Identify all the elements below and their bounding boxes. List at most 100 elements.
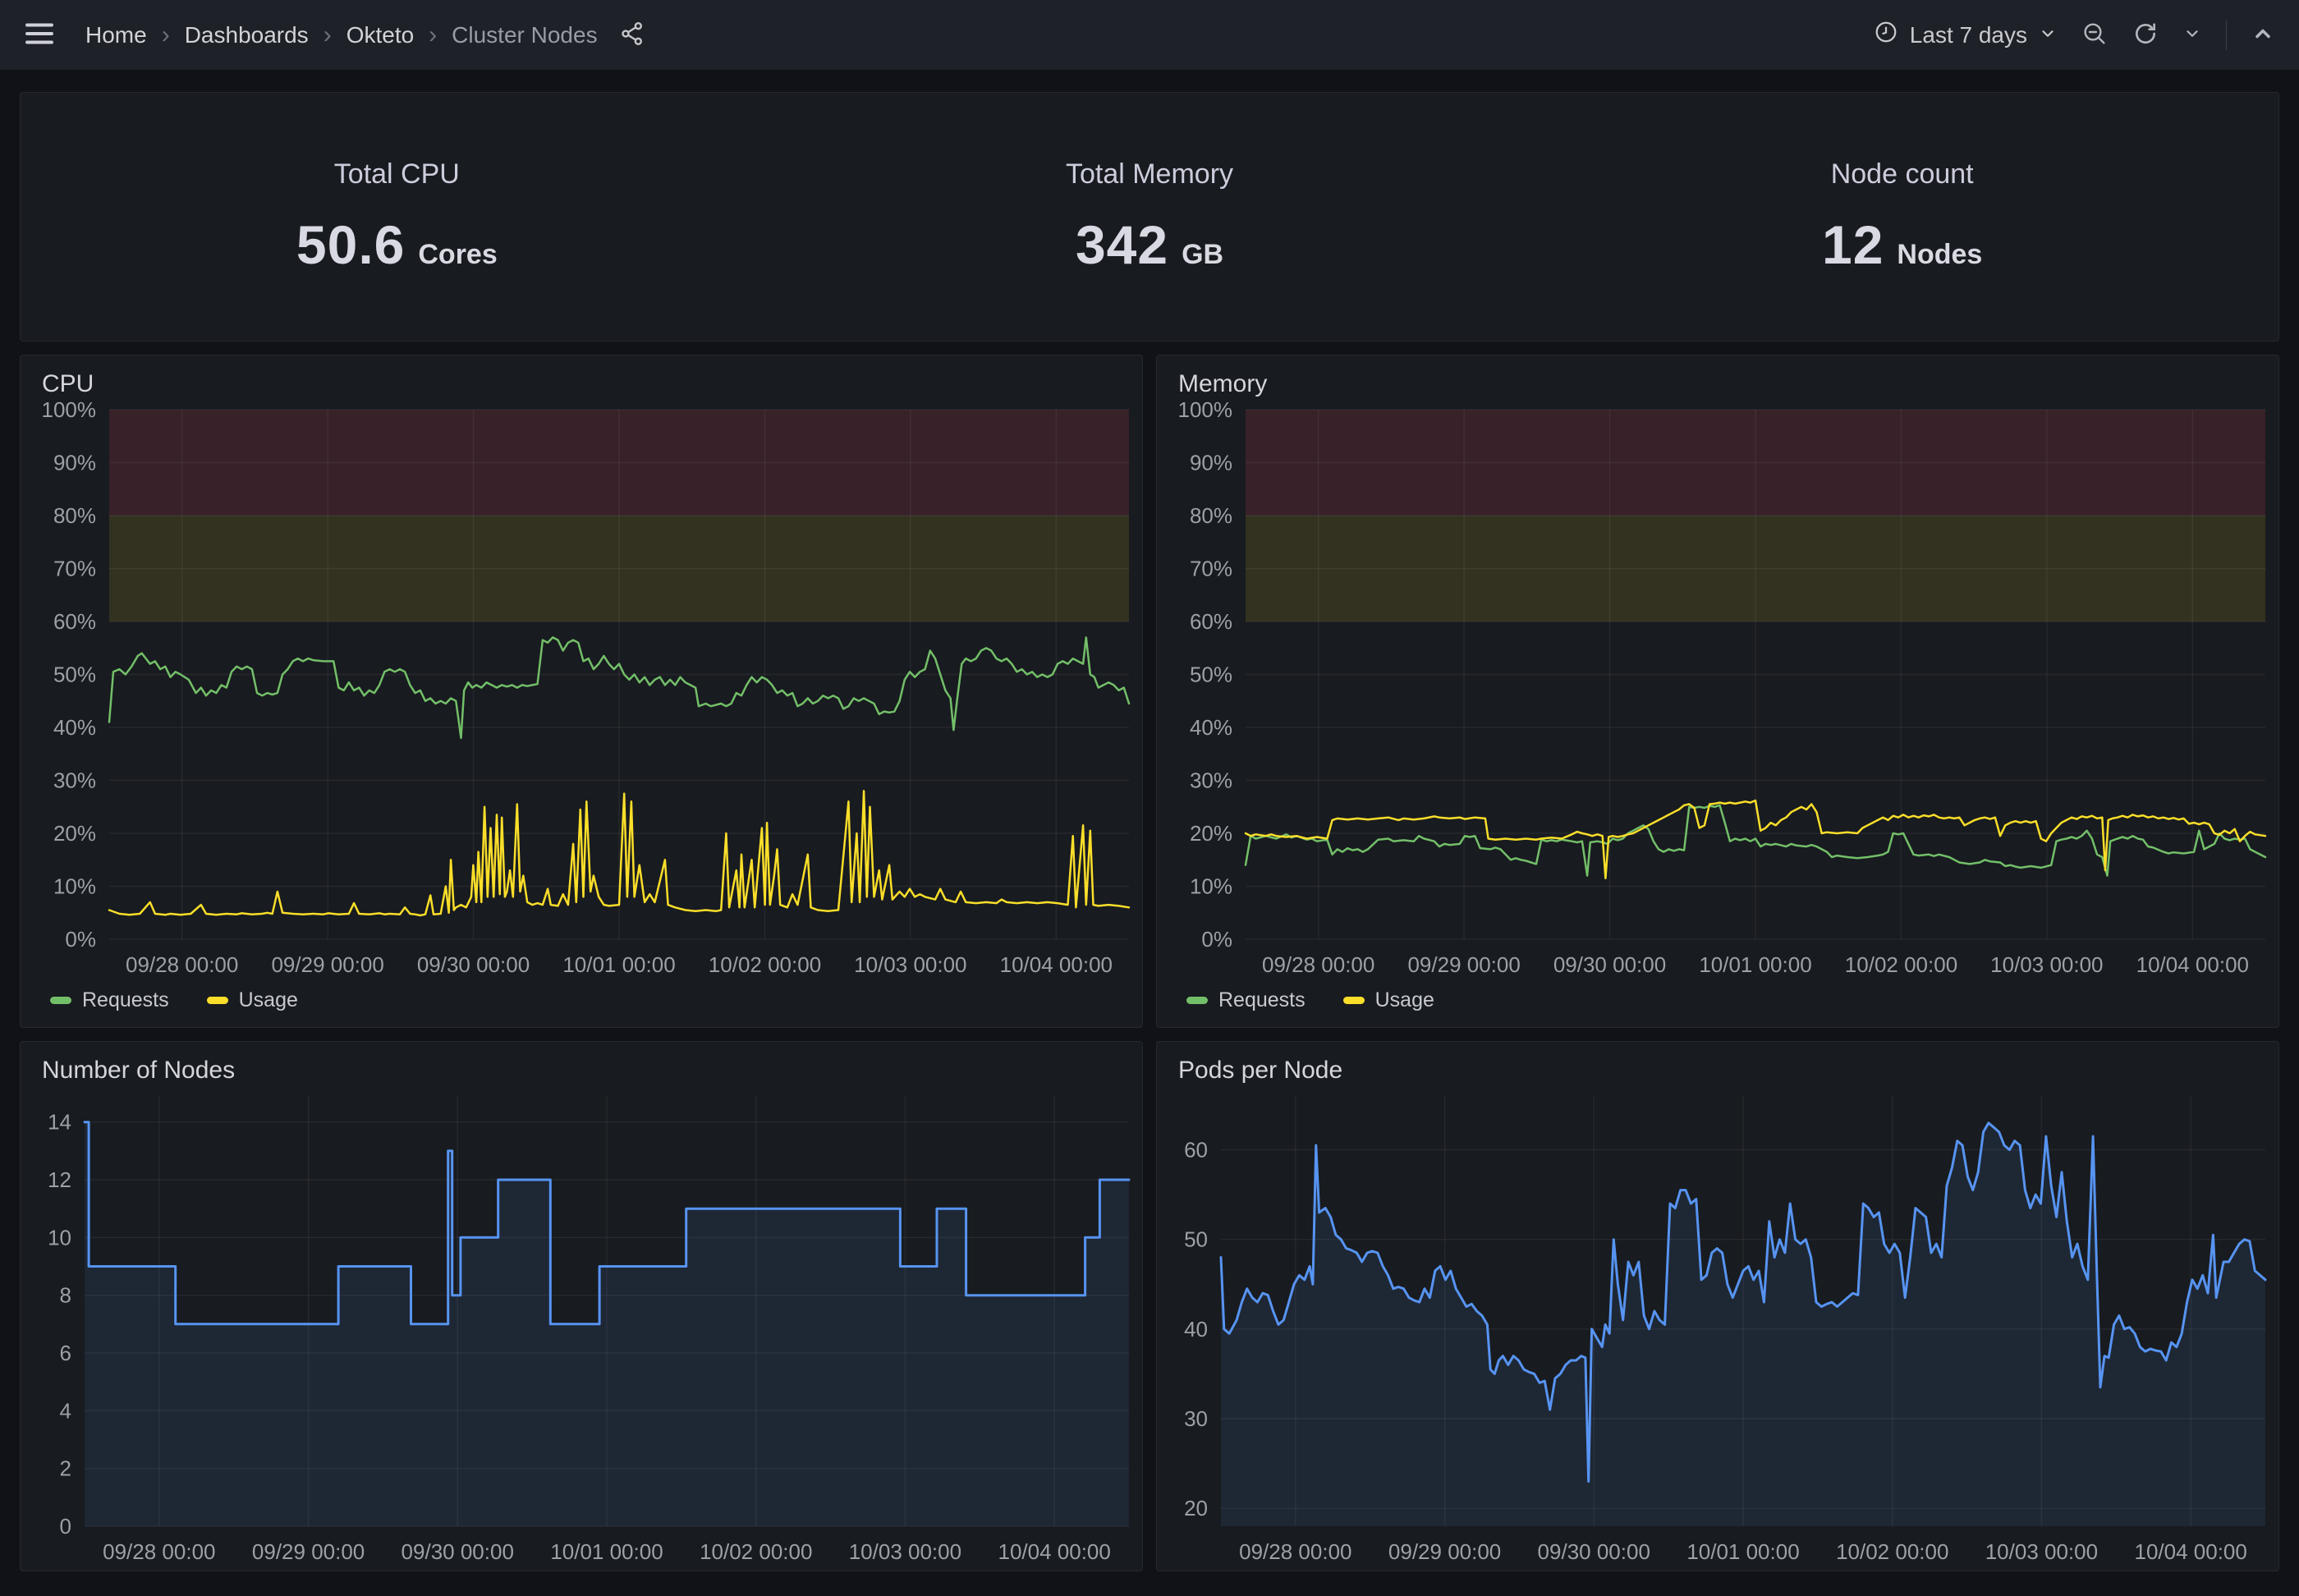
time-range-picker[interactable]: Last 7 days [1874,20,2057,50]
cpu-chart[interactable]: 0%10%20%30%40%50%60%70%80%90%100%09/28 0… [21,401,1142,984]
svg-text:09/30 00:00: 09/30 00:00 [402,1539,514,1564]
time-range-label: Last 7 days [1910,22,2027,48]
number-of-nodes-chart[interactable]: 0246810121409/28 00:0009/29 00:0009/30 0… [21,1088,1142,1571]
svg-text:10: 10 [48,1225,71,1250]
svg-text:4: 4 [60,1398,71,1423]
svg-text:80%: 80% [53,503,96,528]
svg-text:2: 2 [60,1456,71,1481]
stat-value: 50.6 [296,213,405,276]
breadcrumb: Home › Dashboards › Okteto › Cluster Nod… [85,21,598,49]
svg-text:20%: 20% [1190,821,1232,846]
svg-text:10/02 00:00: 10/02 00:00 [700,1539,812,1564]
number-of-nodes-panel: Number of Nodes 0246810121409/28 00:0009… [20,1041,1143,1571]
panel-title-number-of-nodes[interactable]: Number of Nodes [21,1042,1142,1088]
memory-legend: Requests Usage [1157,984,2278,1027]
chevron-down-icon [2039,22,2057,48]
legend-label: Usage [239,988,298,1012]
legend-swatch [50,997,71,1004]
breadcrumb-separator: › [324,21,332,49]
svg-text:40%: 40% [1190,715,1232,740]
menu-toggle-button[interactable] [25,21,54,48]
svg-text:0%: 0% [1201,927,1232,952]
svg-text:60%: 60% [1190,609,1232,634]
stat-node-count: Node count 12 Nodes [1526,158,2278,276]
refresh-interval-dropdown[interactable] [2183,25,2201,45]
stat-unit: Nodes [1897,239,1982,271]
svg-text:6: 6 [60,1341,71,1365]
share-dashboard-button[interactable] [619,21,645,49]
svg-text:70%: 70% [1190,557,1232,581]
svg-text:20: 20 [1184,1496,1208,1520]
svg-text:09/28 00:00: 09/28 00:00 [103,1539,215,1564]
svg-text:70%: 70% [53,557,96,581]
svg-text:10/04 00:00: 10/04 00:00 [2136,952,2249,977]
legend-item-requests[interactable]: Requests [50,988,169,1012]
svg-text:100%: 100% [1178,401,1233,422]
stat-unit: GB [1182,239,1223,271]
chevron-down-icon [2183,25,2201,45]
svg-text:40%: 40% [53,715,96,740]
stat-value: 12 [1822,213,1884,276]
svg-text:30%: 30% [1190,768,1232,793]
svg-text:10/01 00:00: 10/01 00:00 [550,1539,663,1564]
svg-text:10/03 00:00: 10/03 00:00 [854,952,966,977]
pods-per-node-panel: Pods per Node 203040506009/28 00:0009/29… [1156,1041,2279,1571]
svg-text:09/28 00:00: 09/28 00:00 [126,952,238,977]
svg-text:100%: 100% [42,401,97,422]
svg-text:20%: 20% [53,821,96,846]
svg-text:10/01 00:00: 10/01 00:00 [1699,952,1811,977]
svg-text:10/03 00:00: 10/03 00:00 [1985,1539,2098,1564]
breadcrumb-separator: › [429,21,437,49]
breadcrumb-dashboards[interactable]: Dashboards [185,22,309,48]
dashboard-canvas: Total CPU 50.6 Cores Total Memory 342 GB… [0,71,2299,1571]
legend-swatch [1186,997,1208,1004]
panel-title-memory[interactable]: Memory [1157,355,2278,401]
svg-text:0: 0 [60,1514,71,1539]
svg-text:10/04 00:00: 10/04 00:00 [998,1539,1110,1564]
caret-up-icon [2251,22,2274,48]
svg-text:09/30 00:00: 09/30 00:00 [1553,952,1666,977]
breadcrumb-separator: › [162,21,170,49]
svg-text:10/03 00:00: 10/03 00:00 [1990,952,2103,977]
legend-label: Requests [1218,988,1306,1012]
svg-text:09/29 00:00: 09/29 00:00 [1388,1539,1501,1564]
svg-text:80%: 80% [1190,503,1232,528]
legend-item-usage[interactable]: Usage [207,988,298,1012]
stat-title: Total CPU [21,158,773,190]
zoom-out-time-button[interactable] [2081,21,2108,49]
svg-text:09/30 00:00: 09/30 00:00 [1538,1539,1650,1564]
cluster-stats-panel: Total CPU 50.6 Cores Total Memory 342 GB… [20,92,2279,342]
legend-item-requests[interactable]: Requests [1186,988,1306,1012]
panel-title-cpu[interactable]: CPU [21,355,1142,401]
svg-text:14: 14 [48,1110,71,1135]
cpu-panel: CPU 0%10%20%30%40%50%60%70%80%90%100%09/… [20,355,1143,1028]
legend-item-usage[interactable]: Usage [1343,988,1434,1012]
svg-text:40: 40 [1184,1317,1208,1341]
breadcrumb-home[interactable]: Home [85,22,147,48]
collapse-toolbar-button[interactable] [2251,22,2274,48]
memory-panel: Memory 0%10%20%30%40%50%60%70%80%90%100%… [1156,355,2279,1028]
svg-text:60%: 60% [53,609,96,634]
svg-text:09/28 00:00: 09/28 00:00 [1262,952,1374,977]
pods-per-node-chart[interactable]: 203040506009/28 00:0009/29 00:0009/30 00… [1157,1088,2278,1571]
svg-text:10/02 00:00: 10/02 00:00 [1845,952,1957,977]
clock-icon [1874,20,1898,50]
svg-text:10/04 00:00: 10/04 00:00 [1000,952,1113,977]
top-nav: Home › Dashboards › Okteto › Cluster Nod… [0,0,2299,71]
svg-text:30: 30 [1184,1406,1208,1431]
svg-text:10%: 10% [1190,874,1232,899]
refresh-dashboard-button[interactable] [2132,21,2159,49]
svg-text:10/01 00:00: 10/01 00:00 [562,952,675,977]
svg-text:09/28 00:00: 09/28 00:00 [1239,1539,1351,1564]
svg-text:50%: 50% [53,663,96,687]
memory-chart[interactable]: 0%10%20%30%40%50%60%70%80%90%100%09/28 0… [1157,401,2278,984]
svg-text:12: 12 [48,1167,71,1192]
breadcrumb-okteto[interactable]: Okteto [346,22,414,48]
hamburger-icon [25,21,54,48]
svg-text:09/30 00:00: 09/30 00:00 [417,952,530,977]
legend-swatch [207,997,228,1004]
svg-text:30%: 30% [53,768,96,793]
stat-total-memory: Total Memory 342 GB [773,158,1526,276]
legend-label: Usage [1375,988,1434,1012]
panel-title-pods-per-node[interactable]: Pods per Node [1157,1042,2278,1088]
